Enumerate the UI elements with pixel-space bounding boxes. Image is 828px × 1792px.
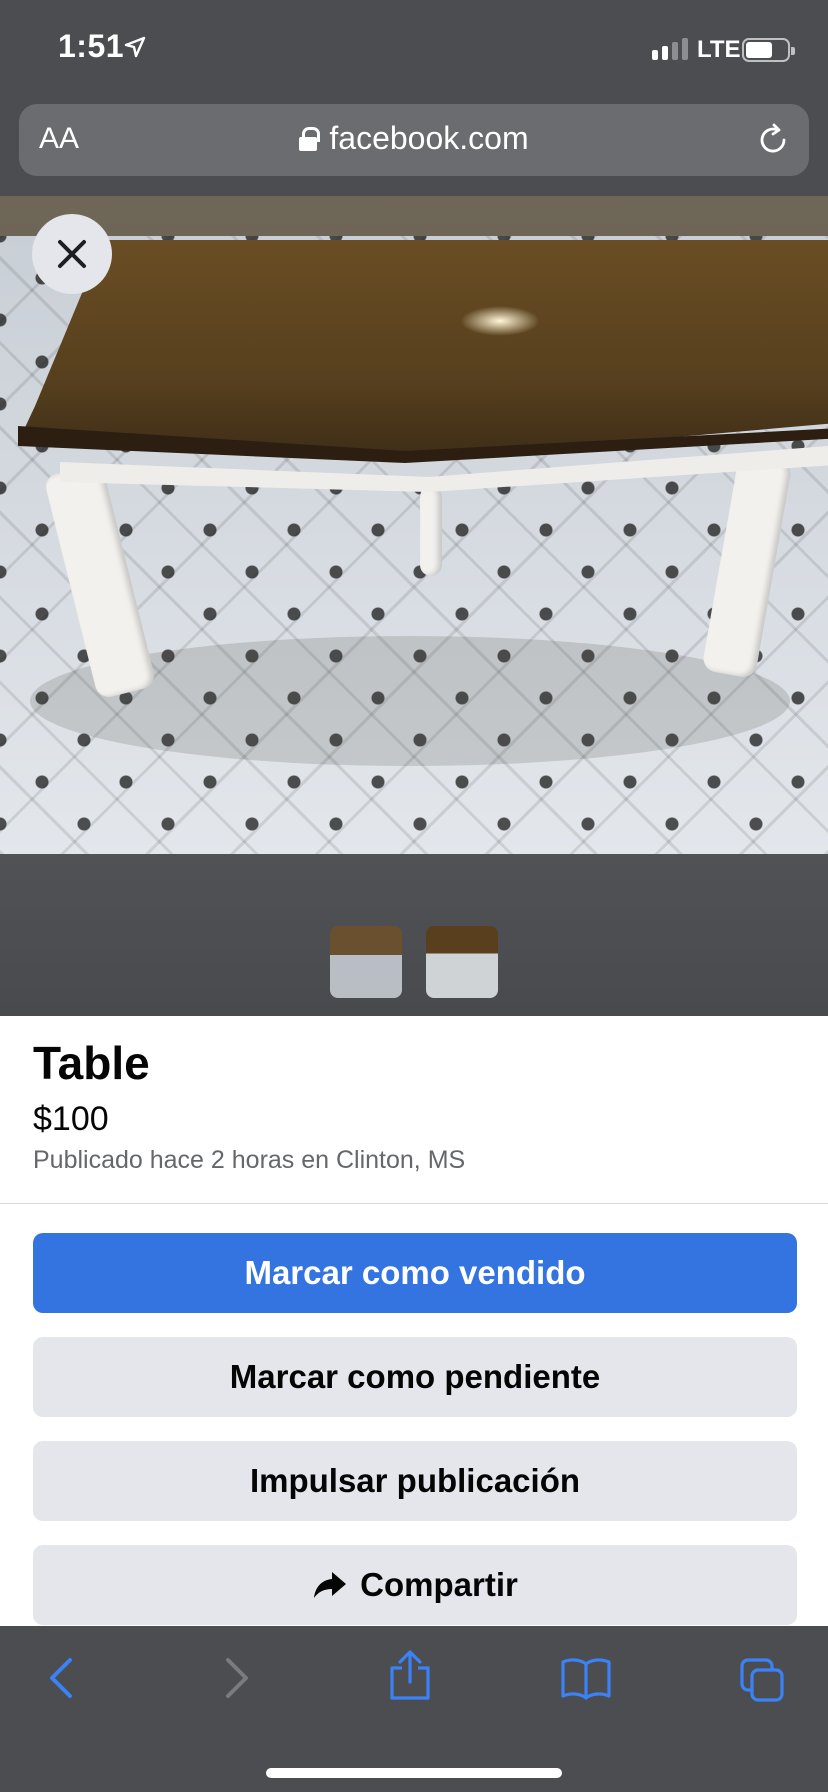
battery-icon <box>742 38 795 62</box>
share-arrow-icon <box>314 1572 347 1598</box>
mark-sold-button[interactable]: Marcar como vendido <box>33 1233 797 1313</box>
mark-pending-button[interactable]: Marcar como pendiente <box>33 1337 797 1417</box>
listing-actions: Marcar como vendido Marcar como pendient… <box>33 1233 797 1649</box>
share-label: Compartir <box>360 1566 518 1603</box>
photo-thumbnail[interactable] <box>330 926 402 998</box>
photo-thumbnails <box>330 926 498 998</box>
status-time: 1:51 <box>58 28 125 64</box>
network-type: LTE <box>697 36 741 63</box>
close-icon <box>58 240 86 268</box>
url-bar[interactable]: AA facebook.com <box>19 104 809 176</box>
url-domain: facebook.com <box>329 120 529 156</box>
signal-strength-icon <box>652 36 688 60</box>
lock-icon <box>299 127 321 151</box>
listing-title: Table <box>33 1037 150 1089</box>
browser-toolbar <box>0 1626 828 1792</box>
bookmarks-icon[interactable] <box>560 1656 612 1700</box>
back-chevron-icon[interactable] <box>42 1656 82 1700</box>
listing-meta: Publicado hace 2 horas en Clinton, MS <box>33 1146 466 1174</box>
home-indicator <box>266 1768 562 1778</box>
forward-chevron-icon[interactable] <box>216 1656 256 1700</box>
photo-thumbnail[interactable] <box>426 926 498 998</box>
listing-price: $100 <box>33 1100 109 1138</box>
photo-viewer <box>0 196 828 1016</box>
listing-photo[interactable] <box>0 236 828 854</box>
listing-info: Table $100 Publicado hace 2 horas en Cli… <box>0 1016 828 1204</box>
tabs-icon[interactable] <box>738 1656 786 1704</box>
url-field[interactable]: facebook.com <box>19 120 809 157</box>
safari-share-icon[interactable] <box>388 1650 432 1702</box>
browser-top-chrome: 1:51 LTE AA facebook.com <box>0 0 828 196</box>
reload-icon[interactable] <box>755 122 791 158</box>
close-button[interactable] <box>32 214 112 294</box>
location-arrow-icon <box>124 36 146 58</box>
share-button[interactable]: Compartir <box>33 1545 797 1625</box>
boost-listing-button[interactable]: Impulsar publicación <box>33 1441 797 1521</box>
